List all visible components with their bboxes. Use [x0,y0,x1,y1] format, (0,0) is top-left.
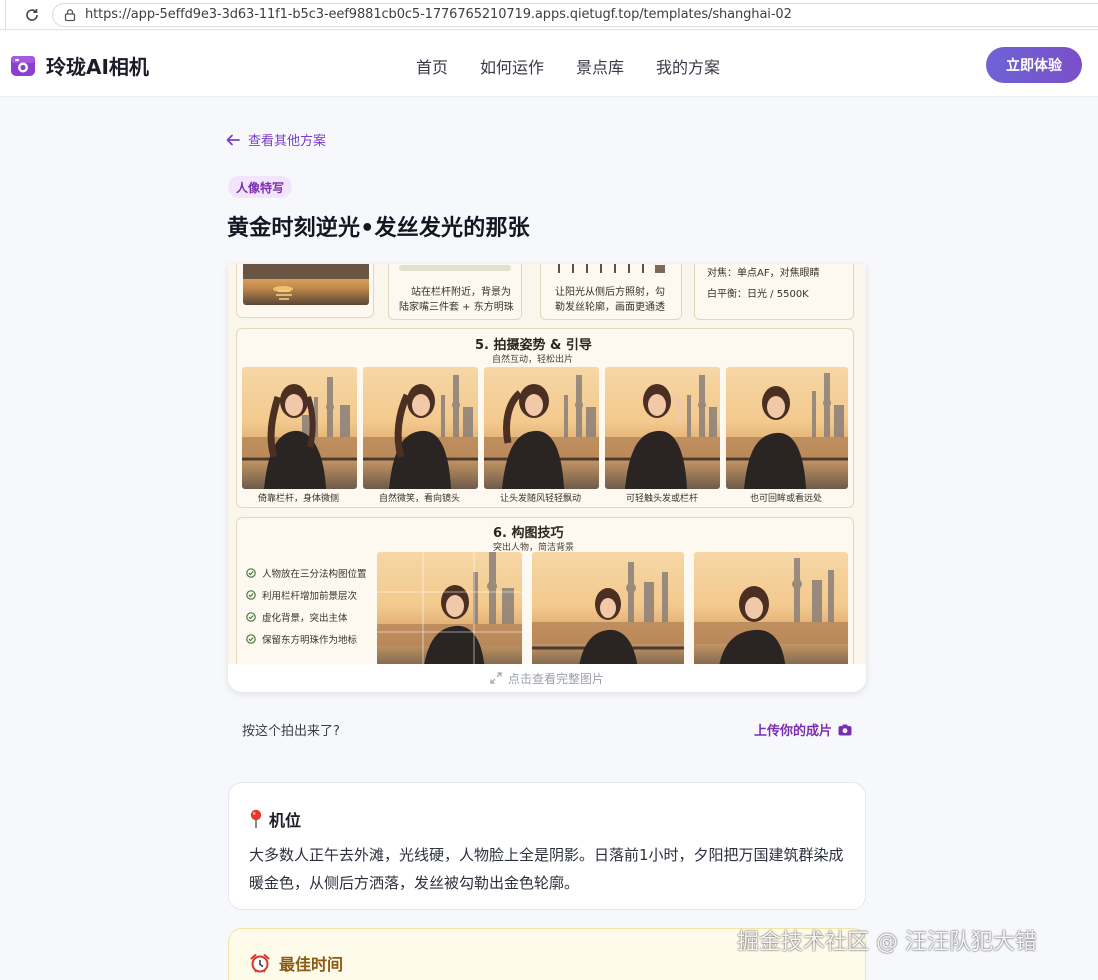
best-time-card-header: 最佳时间 [249,951,343,975]
check-circle-icon [246,612,256,622]
guide-panel-location [236,264,374,318]
composition-tip-3: 虚化背景，突出主体 [246,610,348,624]
reload-icon[interactable] [24,7,40,23]
pose-photo-1 [242,367,357,489]
pose-caption-5: 也可回眸或看远处 [750,494,823,504]
guide-panel-settings: 对焦：单点AF，对焦眼睛 白平衡：日光 / 5500K [694,264,854,320]
guide-caption-6: 白平衡：日光 / 5500K [707,289,809,300]
upload-link-label: 上传你的成片 [753,724,832,739]
composition-tip-1: 人物放在三分法构图位置 [246,566,367,580]
back-link-label: 查看其他方案 [248,134,327,149]
brand-name: 玲珑AI相机 [46,55,149,79]
position-card: 机位 大多数人正午去外滩，光线硬，人物脸上全是阴影。日落前1小时，夕阳把万国建筑… [228,782,866,910]
composition-tip-text: 人物放在三分法构图位置 [262,569,367,580]
expand-icon [490,672,502,684]
composition-photo-1 [377,552,522,664]
guide-thumb-sunset [243,264,369,305]
guide-section5-title: 5. 拍摄姿势 & 引导 [475,338,592,353]
camera-logo-icon [11,55,35,76]
camera-icon [838,724,852,735]
pose-caption-3: 让头发随风轻轻飘动 [500,494,582,504]
composition-tip-text: 虚化背景，突出主体 [262,613,348,624]
guide-image[interactable]: 站在栏杆附近，背景为 陆家嘴三件套 + 东方明珠 让阳光从侧后方照射，勾 勒发丝… [228,264,866,664]
check-circle-icon [246,590,256,600]
composition-photo-3 [694,552,848,664]
brand-logo[interactable]: 玲珑AI相机 [10,51,149,80]
position-card-header: 机位 [249,807,301,831]
page-title: 黄金时刻逆光•发丝发光的那张 [227,216,530,241]
best-time-card-title: 最佳时间 [279,955,344,974]
url-text: https://app-5effd9e3-3d63-11f1-b5c3-eef9… [85,7,792,22]
back-to-plans-link[interactable]: 查看其他方案 [226,130,326,149]
pose-caption-1: 倚靠栏杆，身体微侧 [258,494,340,504]
upload-question: 按这个拍出来了? [242,724,340,739]
check-circle-icon [246,634,256,644]
composition-tip-text: 利用栏杆增加前景层次 [262,591,358,602]
guide-panel-lighting: 让阳光从侧后方照射，勾 勒发丝轮廓，画面更通透 [540,264,682,320]
browser-tab-edge [0,0,6,30]
expand-hint-label: 点击查看完整图片 [507,671,604,686]
guide-caption-1: 站在栏杆附近，背景为 [411,287,511,298]
guide-caption-2: 陆家嘴三件套 + 东方明珠 [399,302,514,313]
guide-section5-subtitle: 自然互动，轻松出片 [492,355,574,365]
composition-tip-4: 保留东方明珠作为地标 [246,632,357,646]
try-now-button[interactable]: 立即体验 [986,47,1082,83]
pose-photo-3 [484,367,599,489]
composition-photo-2 [532,552,684,664]
check-circle-icon [246,568,256,578]
guide-caption-4: 勒发丝轮廓，画面更通透 [555,302,665,313]
category-tag: 人像特写 [228,176,293,198]
upload-result-row: 按这个拍出来了? 上传你的成片 [242,720,852,739]
main-nav: 首页 如何运作 景点库 我的方案 [416,54,720,78]
site-info-icon[interactable] [63,8,77,22]
pose-photo-4 [605,367,720,489]
guide-image-card[interactable]: 站在栏杆附近，背景为 陆家嘴三件套 + 东方明珠 让阳光从侧后方照射，勾 勒发丝… [228,264,866,692]
pose-photo-5 [726,367,848,489]
position-card-body: 大多数人正午去外滩，光线硬，人物脸上全是阴影。日落前1小时，夕阳把万国建筑群染成… [249,846,844,892]
composition-tip-text: 保留东方明珠作为地标 [262,635,358,646]
nav-home[interactable]: 首页 [416,54,448,78]
upload-photo-link[interactable]: 上传你的成片 [754,720,852,739]
position-card-title: 机位 [269,811,302,830]
browser-address-bar: https://app-5effd9e3-3d63-11f1-b5c3-eef9… [0,0,1098,30]
guide-caption-5: 对焦：单点AF，对焦眼睛 [707,268,820,279]
nav-my-plans[interactable]: 我的方案 [656,54,720,78]
guide-panel-standpoint: 站在栏杆附近，背景为 陆家嘴三件套 + 东方明珠 [388,264,522,320]
view-full-image-hint[interactable]: 点击查看完整图片 [228,664,866,692]
arrow-left-icon [226,134,240,145]
pose-caption-2: 自然微笑，看向镜头 [379,494,461,504]
nav-spot-library[interactable]: 景点库 [576,54,624,78]
pose-photo-2 [363,367,478,489]
site-header: 玲珑AI相机 首页 如何运作 景点库 我的方案 立即体验 [0,31,1098,97]
alarm-clock-icon [250,954,270,973]
nav-how-it-works[interactable]: 如何运作 [480,54,544,78]
pose-caption-4: 可轻触头发或栏杆 [626,494,699,504]
guide-section6-title: 6. 构图技巧 [493,526,564,541]
guide-caption-3: 让阳光从侧后方照射，勾 [555,287,665,298]
url-field[interactable]: https://app-5effd9e3-3d63-11f1-b5c3-eef9… [52,2,1098,27]
composition-tip-2: 利用栏杆增加前景层次 [246,588,357,602]
site-watermark: 掘金技术社区 @ 汪汪队犯大错 [737,930,1037,955]
location-pin-icon [250,809,262,828]
